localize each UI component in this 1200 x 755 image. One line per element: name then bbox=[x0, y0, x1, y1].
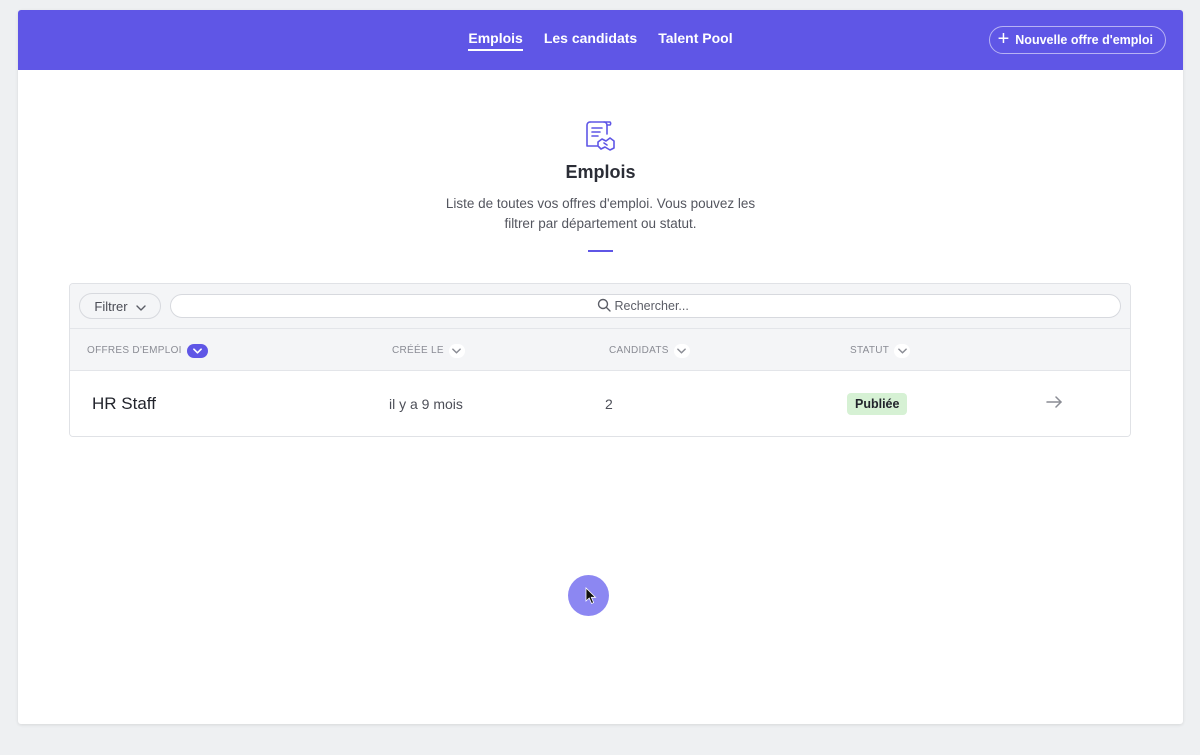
table-row[interactable]: HR Staff il y a 9 mois 2 Publiée bbox=[70, 371, 1130, 436]
filter-dropdown[interactable]: Filtrer bbox=[79, 293, 161, 319]
app-window: Emplois Les candidats Talent Pool + Nouv… bbox=[18, 10, 1183, 724]
column-header-label: CANDIDATS bbox=[609, 345, 669, 356]
column-header-label: CRÉÉE LE bbox=[392, 345, 444, 356]
page-header: Emplois Liste de toutes vos offres d'emp… bbox=[18, 70, 1183, 252]
chevron-down-icon bbox=[673, 343, 690, 358]
column-header-candidats[interactable]: CANDIDATS bbox=[609, 329, 690, 372]
search-icon bbox=[597, 298, 611, 315]
created-date: il y a 9 mois bbox=[389, 395, 463, 412]
chevron-down-icon bbox=[186, 343, 208, 358]
new-job-offer-button[interactable]: + Nouvelle offre d'emploi bbox=[988, 26, 1166, 54]
chevron-down-icon bbox=[135, 299, 146, 314]
table-toolbar: Filtrer bbox=[70, 284, 1130, 328]
jobs-table: Filtrer OFFRES D'EMPLOI CRÉÉE LE bbox=[69, 283, 1131, 437]
title-divider bbox=[588, 250, 613, 252]
job-listing-handshake-icon bbox=[585, 120, 616, 152]
column-header-creee-le[interactable]: CRÉÉE LE bbox=[392, 329, 465, 372]
search-input[interactable] bbox=[614, 299, 695, 313]
search-bar[interactable] bbox=[170, 294, 1121, 318]
nav-tab-talent-pool[interactable]: Talent Pool bbox=[658, 30, 732, 51]
top-navigation-bar: Emplois Les candidats Talent Pool + Nouv… bbox=[18, 10, 1183, 70]
status-badge: Publiée bbox=[847, 392, 908, 415]
column-header-label: OFFRES D'EMPLOI bbox=[87, 345, 182, 356]
column-header-offres[interactable]: OFFRES D'EMPLOI bbox=[87, 329, 208, 372]
table-header: OFFRES D'EMPLOI CRÉÉE LE CANDIDATS STATU… bbox=[70, 328, 1130, 371]
new-job-offer-label: Nouvelle offre d'emploi bbox=[1015, 33, 1153, 47]
page-description: Liste de toutes vos offres d'emploi. Vou… bbox=[445, 196, 756, 231]
mouse-pointer-icon bbox=[585, 587, 597, 605]
nav-tab-candidats[interactable]: Les candidats bbox=[544, 30, 637, 51]
row-open-button[interactable] bbox=[1046, 371, 1062, 436]
column-header-statut[interactable]: STATUT bbox=[850, 329, 911, 372]
plus-icon: + bbox=[997, 28, 1010, 50]
chevron-down-icon bbox=[448, 343, 465, 358]
candidate-count: 2 bbox=[605, 395, 613, 412]
filter-label: Filtrer bbox=[94, 298, 128, 314]
column-header-label: STATUT bbox=[850, 345, 890, 356]
chevron-down-icon bbox=[894, 343, 911, 358]
page-title: Emplois bbox=[565, 162, 636, 182]
arrow-right-icon bbox=[1046, 395, 1062, 413]
job-title[interactable]: HR Staff bbox=[92, 394, 156, 414]
nav-tab-emplois[interactable]: Emplois bbox=[468, 30, 523, 51]
